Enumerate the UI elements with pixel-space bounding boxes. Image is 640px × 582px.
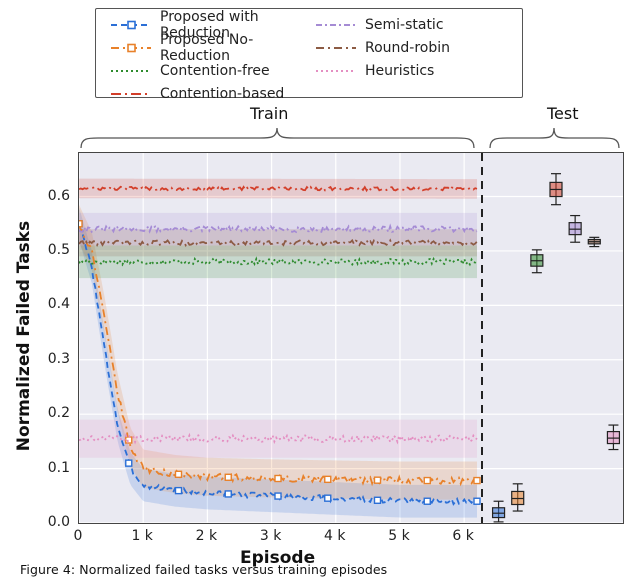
legend-item-proposed_noreduction: Proposed No-Reduction — [110, 40, 303, 56]
legend-label: Contention-free — [160, 63, 270, 79]
y-tick: 0.4 — [10, 296, 70, 312]
y-tick: 0.0 — [10, 514, 70, 530]
train-brace — [78, 126, 477, 150]
legend-item-contention_free: Contention-free — [110, 63, 303, 79]
legend-col-1: Proposed with ReductionProposed No-Reduc… — [110, 17, 303, 89]
x-tick: 2 k — [196, 528, 217, 544]
legend: Proposed with ReductionProposed No-Reduc… — [95, 8, 523, 98]
train-label: Train — [250, 104, 288, 123]
legend-item-heuristics: Heuristics — [315, 63, 508, 79]
y-tick: 0.6 — [10, 188, 70, 204]
legend-swatch — [110, 64, 152, 78]
test-brace — [487, 126, 622, 150]
x-tick: 5 k — [388, 528, 409, 544]
x-tick: 1 k — [131, 528, 152, 544]
y-tick: 0.5 — [10, 242, 70, 258]
legend-swatch — [110, 41, 152, 55]
legend-label: Heuristics — [365, 63, 434, 79]
legend-swatch — [110, 18, 152, 32]
legend-swatch — [315, 41, 357, 55]
y-tick: 0.3 — [10, 351, 70, 367]
figure-caption: Figure 4: Normalized failed tasks versus… — [20, 562, 387, 577]
x-tick: 3 k — [260, 528, 281, 544]
figure-container: { "chart_data": { "type": "line", "title… — [0, 0, 640, 582]
x-tick: 6 k — [452, 528, 473, 544]
plot-area — [78, 152, 624, 524]
legend-item-contention_based: Contention-based — [110, 86, 303, 102]
y-tick: 0.1 — [10, 460, 70, 476]
x-tick: 0 — [74, 528, 83, 544]
legend-item-semi_static: Semi-static — [315, 17, 508, 33]
legend-swatch — [110, 87, 152, 101]
plot-svg — [79, 153, 623, 523]
legend-swatch — [315, 64, 357, 78]
x-tick: 4 k — [324, 528, 345, 544]
legend-label: Round-robin — [365, 40, 450, 56]
legend-col-2: Semi-static Round-robin Heuristics — [315, 17, 508, 89]
legend-item-round_robin: Round-robin — [315, 40, 508, 56]
legend-item-proposed_reduction: Proposed with Reduction — [110, 17, 303, 33]
legend-label: Contention-based — [160, 86, 284, 102]
legend-label: Proposed No-Reduction — [160, 32, 303, 64]
test-label: Test — [547, 104, 579, 123]
y-tick: 0.2 — [10, 405, 70, 421]
legend-label: Semi-static — [365, 17, 444, 33]
legend-swatch — [315, 18, 357, 32]
